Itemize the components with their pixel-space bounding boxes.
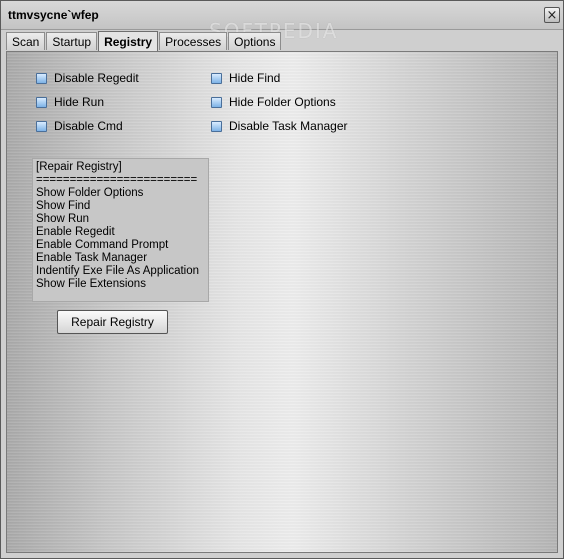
checkbox-label: Hide Find [229, 71, 281, 85]
checkbox-icon[interactable] [211, 96, 222, 108]
app-window: ttmvsycne`wfep SOFTPEDIA × Scan Startup … [0, 0, 564, 559]
list-header: [Repair Registry] [36, 161, 122, 173]
close-icon: × [546, 7, 558, 23]
tab-startup[interactable]: Startup [46, 32, 98, 50]
tab-scan[interactable]: Scan [6, 32, 46, 50]
repair-registry-button[interactable]: Repair Registry [57, 310, 168, 334]
list-item: Show File Extensions [36, 278, 146, 290]
list-item: Enable Task Manager [36, 252, 148, 264]
list-separator: ======================== [36, 174, 198, 186]
list-item: Enable Command Prompt [36, 239, 169, 251]
checkbox-label: Hide Run [54, 95, 105, 109]
checkbox-icon[interactable] [211, 120, 222, 132]
checkbox-hide-run[interactable]: Hide Run [36, 94, 104, 110]
checkbox-label: Disable Regedit [54, 71, 139, 85]
checkbox-disable-regedit[interactable]: Disable Regedit [36, 70, 139, 86]
close-button[interactable]: × [544, 7, 560, 23]
checkbox-label: Disable Cmd [54, 119, 123, 133]
tab-registry[interactable]: Registry [98, 31, 159, 51]
checkbox-icon[interactable] [36, 120, 47, 132]
title-bar[interactable]: ttmvsycne`wfep SOFTPEDIA × [1, 1, 563, 43]
repair-registry-list[interactable]: [Repair Registry] ======================… [32, 158, 209, 302]
checkbox-disable-cmd[interactable]: Disable Cmd [36, 118, 123, 134]
window-title: ttmvsycne`wfep [8, 8, 99, 22]
checkbox-icon[interactable] [36, 72, 47, 84]
checkbox-icon[interactable] [36, 96, 47, 108]
list-item: Enable Regedit [36, 226, 115, 238]
tab-options[interactable]: Options [228, 32, 282, 50]
list-item: Indentify Exe File As Application [36, 265, 200, 277]
checkbox-hide-find[interactable]: Hide Find [211, 70, 280, 86]
checkbox-disable-task-manager[interactable]: Disable Task Manager [211, 118, 348, 134]
tab-processes[interactable]: Processes [159, 32, 228, 50]
checkbox-label: Hide Folder Options [229, 95, 336, 109]
tab-bar: Scan Startup Registry Processes Options [6, 31, 282, 51]
list-item: Show Folder Options [36, 187, 144, 199]
checkbox-hide-folder-options[interactable]: Hide Folder Options [211, 94, 336, 110]
list-item: Show Run [36, 213, 90, 225]
checkbox-label: Disable Task Manager [229, 119, 348, 133]
list-item: Show Find [36, 200, 91, 212]
checkbox-icon[interactable] [211, 72, 222, 84]
